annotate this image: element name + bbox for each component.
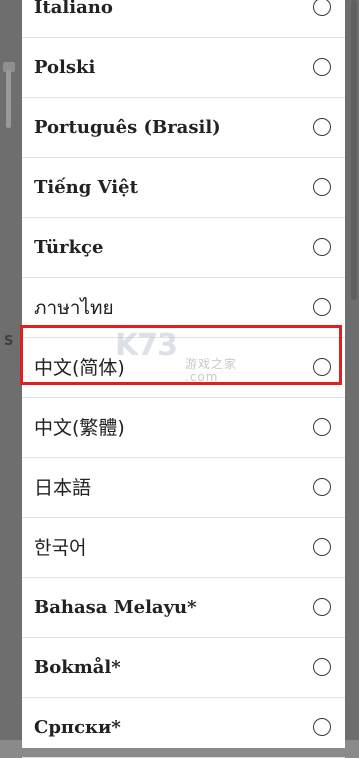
language-label: ภาษาไทย xyxy=(34,297,114,319)
radio-button[interactable] xyxy=(313,178,331,196)
language-label: Bahasa Melayu* xyxy=(34,597,197,618)
language-label: Tiếng Việt xyxy=(34,177,138,198)
radio-button[interactable] xyxy=(313,718,331,736)
radio-button[interactable] xyxy=(313,418,331,436)
language-option-polski[interactable]: Polski xyxy=(22,38,345,98)
language-label: Português (Brasil) xyxy=(34,117,221,138)
language-option-bokmal[interactable]: Bokmål* xyxy=(22,638,345,698)
language-option-portugues-brasil[interactable]: Português (Brasil) xyxy=(22,98,345,158)
language-label: Türkçe xyxy=(34,237,104,258)
radio-button[interactable] xyxy=(313,238,331,256)
language-option-chinese-traditional[interactable]: 中文(繁體) xyxy=(22,398,345,458)
watermark-domain: .com xyxy=(185,370,219,384)
language-option-japanese[interactable]: 日本語 xyxy=(22,458,345,518)
radio-button[interactable] xyxy=(313,598,331,616)
radio-button[interactable] xyxy=(313,658,331,676)
language-option-tieng-viet[interactable]: Tiếng Việt xyxy=(22,158,345,218)
radio-button[interactable] xyxy=(313,298,331,316)
background-right-panel xyxy=(345,0,359,740)
language-option-korean[interactable]: 한국어 xyxy=(22,518,345,578)
language-option-bahasa-melayu[interactable]: Bahasa Melayu* xyxy=(22,578,345,638)
watermark-logo: K73 xyxy=(115,328,178,363)
language-option-thai[interactable]: ภาษาไทย xyxy=(22,278,345,338)
language-label: 中文(繁體) xyxy=(34,417,125,439)
language-option-chinese-simplified[interactable]: 中文(简体) xyxy=(22,338,345,398)
language-label: Polski xyxy=(34,57,96,78)
language-option-turkce[interactable]: Türkçe xyxy=(22,218,345,278)
background-scrollbar xyxy=(351,0,357,300)
language-picker-sheet: Italiano Polski Português (Brasil) Tiếng… xyxy=(22,0,345,758)
language-option-italiano[interactable]: Italiano xyxy=(22,0,345,38)
language-label: 한국어 xyxy=(34,537,87,559)
language-option-srpski[interactable]: Српски* xyxy=(22,698,345,758)
radio-button[interactable] xyxy=(313,538,331,556)
radio-button[interactable] xyxy=(313,0,331,16)
language-label: 中文(简体) xyxy=(34,357,125,379)
radio-button[interactable] xyxy=(313,478,331,496)
radio-button[interactable] xyxy=(313,58,331,76)
language-label: Српски* xyxy=(34,717,121,738)
language-label: 日本語 xyxy=(34,477,92,499)
radio-button[interactable] xyxy=(313,118,331,136)
language-label: Bokmål* xyxy=(34,657,121,678)
radio-button[interactable] xyxy=(313,358,331,376)
language-label: Italiano xyxy=(34,0,113,18)
background-left-panel: S xyxy=(0,0,22,740)
background-bar xyxy=(6,70,11,128)
background-label: S xyxy=(4,334,14,349)
